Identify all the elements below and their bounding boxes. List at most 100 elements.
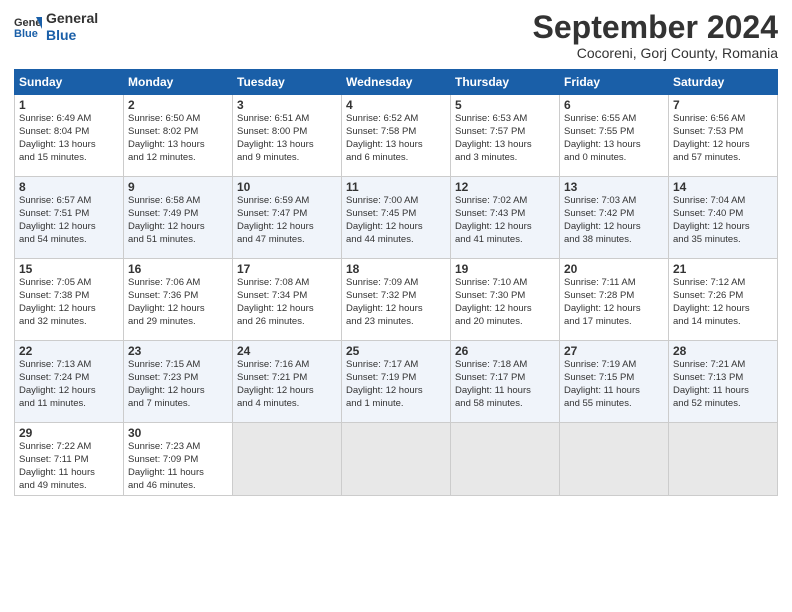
col-sunday: Sunday bbox=[15, 70, 124, 95]
table-row: 12Sunrise: 7:02 AM Sunset: 7:43 PM Dayli… bbox=[451, 177, 560, 259]
table-row: 3Sunrise: 6:51 AM Sunset: 8:00 PM Daylig… bbox=[233, 95, 342, 177]
day-number: 22 bbox=[19, 344, 119, 358]
table-row: 14Sunrise: 7:04 AM Sunset: 7:40 PM Dayli… bbox=[669, 177, 778, 259]
day-number: 19 bbox=[455, 262, 555, 276]
day-info: Sunrise: 6:52 AM Sunset: 7:58 PM Dayligh… bbox=[346, 113, 446, 164]
day-number: 2 bbox=[128, 98, 228, 112]
day-info: Sunrise: 6:59 AM Sunset: 7:47 PM Dayligh… bbox=[237, 195, 337, 246]
logo-text: General Blue bbox=[46, 10, 98, 44]
day-info: Sunrise: 6:56 AM Sunset: 7:53 PM Dayligh… bbox=[673, 113, 773, 164]
day-number: 30 bbox=[128, 426, 228, 440]
table-row: 11Sunrise: 7:00 AM Sunset: 7:45 PM Dayli… bbox=[342, 177, 451, 259]
day-number: 5 bbox=[455, 98, 555, 112]
table-row: 26Sunrise: 7:18 AM Sunset: 7:17 PM Dayli… bbox=[451, 341, 560, 423]
day-info: Sunrise: 7:23 AM Sunset: 7:09 PM Dayligh… bbox=[128, 441, 228, 492]
day-number: 11 bbox=[346, 180, 446, 194]
day-number: 10 bbox=[237, 180, 337, 194]
day-info: Sunrise: 7:00 AM Sunset: 7:45 PM Dayligh… bbox=[346, 195, 446, 246]
day-info: Sunrise: 6:49 AM Sunset: 8:04 PM Dayligh… bbox=[19, 113, 119, 164]
day-info: Sunrise: 6:53 AM Sunset: 7:57 PM Dayligh… bbox=[455, 113, 555, 164]
day-number: 12 bbox=[455, 180, 555, 194]
table-row bbox=[669, 423, 778, 496]
table-row: 13Sunrise: 7:03 AM Sunset: 7:42 PM Dayli… bbox=[560, 177, 669, 259]
table-row: 1Sunrise: 6:49 AM Sunset: 8:04 PM Daylig… bbox=[15, 95, 124, 177]
day-number: 24 bbox=[237, 344, 337, 358]
day-number: 8 bbox=[19, 180, 119, 194]
day-info: Sunrise: 7:19 AM Sunset: 7:15 PM Dayligh… bbox=[564, 359, 664, 410]
table-row: 16Sunrise: 7:06 AM Sunset: 7:36 PM Dayli… bbox=[124, 259, 233, 341]
calendar-table: Sunday Monday Tuesday Wednesday Thursday… bbox=[14, 69, 778, 496]
day-number: 27 bbox=[564, 344, 664, 358]
day-info: Sunrise: 6:57 AM Sunset: 7:51 PM Dayligh… bbox=[19, 195, 119, 246]
day-info: Sunrise: 7:05 AM Sunset: 7:38 PM Dayligh… bbox=[19, 277, 119, 328]
table-row: 30Sunrise: 7:23 AM Sunset: 7:09 PM Dayli… bbox=[124, 423, 233, 496]
table-row: 29Sunrise: 7:22 AM Sunset: 7:11 PM Dayli… bbox=[15, 423, 124, 496]
table-row: 2Sunrise: 6:50 AM Sunset: 8:02 PM Daylig… bbox=[124, 95, 233, 177]
logo: General Blue General Blue bbox=[14, 10, 98, 44]
table-row: 15Sunrise: 7:05 AM Sunset: 7:38 PM Dayli… bbox=[15, 259, 124, 341]
day-number: 17 bbox=[237, 262, 337, 276]
day-info: Sunrise: 7:03 AM Sunset: 7:42 PM Dayligh… bbox=[564, 195, 664, 246]
table-row: 24Sunrise: 7:16 AM Sunset: 7:21 PM Dayli… bbox=[233, 341, 342, 423]
col-wednesday: Wednesday bbox=[342, 70, 451, 95]
table-row: 21Sunrise: 7:12 AM Sunset: 7:26 PM Dayli… bbox=[669, 259, 778, 341]
day-number: 9 bbox=[128, 180, 228, 194]
col-thursday: Thursday bbox=[451, 70, 560, 95]
day-number: 7 bbox=[673, 98, 773, 112]
location-subtitle: Cocoreni, Gorj County, Romania bbox=[533, 45, 778, 61]
header: General Blue General Blue September 2024… bbox=[14, 10, 778, 61]
table-row bbox=[342, 423, 451, 496]
svg-text:Blue: Blue bbox=[14, 28, 38, 40]
table-row: 9Sunrise: 6:58 AM Sunset: 7:49 PM Daylig… bbox=[124, 177, 233, 259]
table-row bbox=[233, 423, 342, 496]
day-info: Sunrise: 7:22 AM Sunset: 7:11 PM Dayligh… bbox=[19, 441, 119, 492]
day-number: 25 bbox=[346, 344, 446, 358]
day-number: 13 bbox=[564, 180, 664, 194]
day-info: Sunrise: 7:02 AM Sunset: 7:43 PM Dayligh… bbox=[455, 195, 555, 246]
logo-icon: General Blue bbox=[14, 13, 42, 41]
col-tuesday: Tuesday bbox=[233, 70, 342, 95]
day-info: Sunrise: 6:55 AM Sunset: 7:55 PM Dayligh… bbox=[564, 113, 664, 164]
day-number: 6 bbox=[564, 98, 664, 112]
day-info: Sunrise: 6:50 AM Sunset: 8:02 PM Dayligh… bbox=[128, 113, 228, 164]
logo-blue: Blue bbox=[46, 27, 98, 44]
col-saturday: Saturday bbox=[669, 70, 778, 95]
day-number: 18 bbox=[346, 262, 446, 276]
day-number: 26 bbox=[455, 344, 555, 358]
day-info: Sunrise: 7:12 AM Sunset: 7:26 PM Dayligh… bbox=[673, 277, 773, 328]
day-number: 4 bbox=[346, 98, 446, 112]
table-row: 28Sunrise: 7:21 AM Sunset: 7:13 PM Dayli… bbox=[669, 341, 778, 423]
title-block: September 2024 Cocoreni, Gorj County, Ro… bbox=[533, 10, 778, 61]
table-row: 22Sunrise: 7:13 AM Sunset: 7:24 PM Dayli… bbox=[15, 341, 124, 423]
day-info: Sunrise: 7:04 AM Sunset: 7:40 PM Dayligh… bbox=[673, 195, 773, 246]
day-number: 1 bbox=[19, 98, 119, 112]
day-info: Sunrise: 7:09 AM Sunset: 7:32 PM Dayligh… bbox=[346, 277, 446, 328]
logo-general: General bbox=[46, 10, 98, 27]
day-info: Sunrise: 7:21 AM Sunset: 7:13 PM Dayligh… bbox=[673, 359, 773, 410]
col-monday: Monday bbox=[124, 70, 233, 95]
day-info: Sunrise: 6:58 AM Sunset: 7:49 PM Dayligh… bbox=[128, 195, 228, 246]
day-number: 3 bbox=[237, 98, 337, 112]
day-number: 21 bbox=[673, 262, 773, 276]
table-row: 4Sunrise: 6:52 AM Sunset: 7:58 PM Daylig… bbox=[342, 95, 451, 177]
day-info: Sunrise: 7:10 AM Sunset: 7:30 PM Dayligh… bbox=[455, 277, 555, 328]
calendar-header-row: Sunday Monday Tuesday Wednesday Thursday… bbox=[15, 70, 778, 95]
table-row: 23Sunrise: 7:15 AM Sunset: 7:23 PM Dayli… bbox=[124, 341, 233, 423]
day-info: Sunrise: 7:18 AM Sunset: 7:17 PM Dayligh… bbox=[455, 359, 555, 410]
day-number: 15 bbox=[19, 262, 119, 276]
table-row: 6Sunrise: 6:55 AM Sunset: 7:55 PM Daylig… bbox=[560, 95, 669, 177]
day-number: 16 bbox=[128, 262, 228, 276]
day-number: 23 bbox=[128, 344, 228, 358]
col-friday: Friday bbox=[560, 70, 669, 95]
day-info: Sunrise: 7:17 AM Sunset: 7:19 PM Dayligh… bbox=[346, 359, 446, 410]
table-row: 20Sunrise: 7:11 AM Sunset: 7:28 PM Dayli… bbox=[560, 259, 669, 341]
table-row: 27Sunrise: 7:19 AM Sunset: 7:15 PM Dayli… bbox=[560, 341, 669, 423]
table-row: 18Sunrise: 7:09 AM Sunset: 7:32 PM Dayli… bbox=[342, 259, 451, 341]
table-row: 10Sunrise: 6:59 AM Sunset: 7:47 PM Dayli… bbox=[233, 177, 342, 259]
day-info: Sunrise: 7:06 AM Sunset: 7:36 PM Dayligh… bbox=[128, 277, 228, 328]
table-row: 8Sunrise: 6:57 AM Sunset: 7:51 PM Daylig… bbox=[15, 177, 124, 259]
day-info: Sunrise: 7:13 AM Sunset: 7:24 PM Dayligh… bbox=[19, 359, 119, 410]
day-number: 28 bbox=[673, 344, 773, 358]
table-row: 17Sunrise: 7:08 AM Sunset: 7:34 PM Dayli… bbox=[233, 259, 342, 341]
day-info: Sunrise: 7:16 AM Sunset: 7:21 PM Dayligh… bbox=[237, 359, 337, 410]
